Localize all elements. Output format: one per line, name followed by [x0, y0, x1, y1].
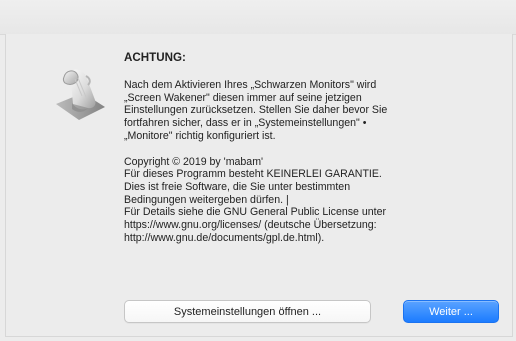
warning-heading: ACHTUNG: [124, 51, 186, 64]
dialog-buttons: Systemeinstellungen öffnen ... Weiter ..… [124, 300, 499, 325]
window-titlebar [0, 0, 516, 35]
dialog-content: ACHTUNG: Nach dem Aktivieren Ihres „Schw… [124, 51, 484, 244]
license-paragraph: Copyright © 2019 by 'mabam' Für dieses P… [124, 155, 387, 244]
open-settings-button[interactable]: Systemeinstellungen öffnen ... [124, 300, 371, 323]
warning-dialog: ACHTUNG: Nach dem Aktivieren Ihres „Schw… [0, 0, 516, 341]
continue-button[interactable]: Weiter ... [403, 300, 499, 323]
script-icon [56, 69, 105, 120]
warning-paragraph: Nach dem Aktivieren Ihres „Schwarzen Mon… [124, 79, 388, 142]
